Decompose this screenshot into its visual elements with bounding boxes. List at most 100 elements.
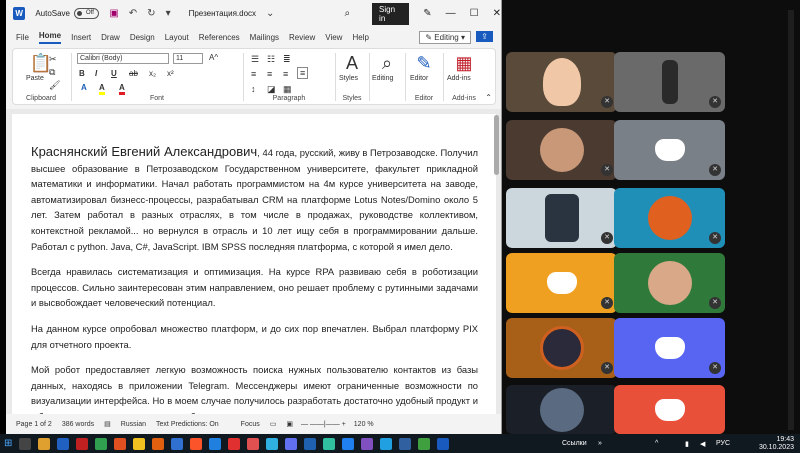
search-icon[interactable]: ⌕ xyxy=(344,8,350,19)
focus-button[interactable]: Focus xyxy=(241,421,260,428)
brave-icon[interactable] xyxy=(190,437,203,450)
app-icon[interactable] xyxy=(171,437,184,450)
strikethrough-button[interactable]: ab xyxy=(129,69,138,78)
participant-tile-7[interactable]: ✕ xyxy=(506,253,617,313)
text-effects-button[interactable]: A xyxy=(81,83,87,92)
app-icon[interactable] xyxy=(399,437,412,450)
editing-mode-button[interactable]: ✎ Editing ▾ xyxy=(419,31,471,44)
search-icon[interactable] xyxy=(19,437,32,450)
links-toolbar[interactable]: Ссылки xyxy=(562,440,587,447)
app-icon[interactable] xyxy=(209,437,222,450)
document-page[interactable]: Краснянский Евгений Александрович, 44 го… xyxy=(12,114,496,422)
pen-icon[interactable]: ✎ xyxy=(423,8,431,19)
app-icon[interactable] xyxy=(57,437,70,450)
participant-tile-6[interactable]: ✕ xyxy=(614,188,725,248)
participant-tile-9[interactable]: ✕ xyxy=(506,318,617,378)
styles-button[interactable]: Styles xyxy=(339,75,358,82)
bold-button[interactable]: B xyxy=(79,69,85,78)
underline-button[interactable]: U xyxy=(111,69,117,78)
styles-icon[interactable]: A xyxy=(337,53,367,74)
app-icon[interactable] xyxy=(95,437,108,450)
participant-tile-4[interactable]: ✕ xyxy=(614,120,725,180)
grow-font-icon[interactable]: A^ xyxy=(209,53,218,62)
shading-icon[interactable]: ◪ xyxy=(267,84,276,95)
superscript-button[interactable]: x² xyxy=(167,69,174,78)
bullets-icon[interactable]: ☰ xyxy=(251,54,259,65)
cut-icon[interactable]: ✂ xyxy=(49,54,57,65)
app-icon[interactable] xyxy=(323,437,336,450)
justify-icon[interactable]: ≡ xyxy=(297,67,309,79)
participant-tile-1[interactable]: ✕ xyxy=(506,52,617,112)
browser-icon[interactable] xyxy=(114,437,127,450)
participant-tile-11[interactable] xyxy=(506,385,617,434)
word-count[interactable]: 386 words xyxy=(62,421,94,428)
firefox-icon[interactable] xyxy=(152,437,165,450)
word-icon[interactable] xyxy=(437,437,450,450)
collapse-ribbon-icon[interactable]: ⌃ xyxy=(485,93,492,102)
addins-icon[interactable]: ▦ xyxy=(445,53,483,74)
telegram-icon[interactable] xyxy=(380,437,393,450)
print-layout-icon[interactable]: ▣ xyxy=(286,420,293,428)
tab-layout[interactable]: Layout xyxy=(165,33,189,42)
paste-button[interactable]: Paste xyxy=(26,75,44,82)
participant-tile-12[interactable] xyxy=(614,385,725,434)
read-mode-icon[interactable]: ▭ xyxy=(270,420,277,428)
addins-button[interactable]: Add-ins xyxy=(447,75,471,82)
sign-in-button[interactable]: Sign in xyxy=(372,2,410,25)
format-painter-icon[interactable]: 🖌 xyxy=(49,80,60,91)
align-left-icon[interactable]: ≡ xyxy=(251,69,256,79)
participant-tile-10[interactable]: ✕ xyxy=(614,318,725,378)
visual-studio-icon[interactable] xyxy=(361,437,374,450)
font-size-select[interactable]: 11 xyxy=(173,53,203,64)
input-language[interactable]: РУС xyxy=(716,440,730,447)
subscript-button[interactable]: x₂ xyxy=(149,69,156,78)
undo-icon[interactable]: ↶ xyxy=(129,8,137,19)
language[interactable]: Russian xyxy=(121,421,146,428)
multilevel-list-icon[interactable]: ≣ xyxy=(283,54,291,65)
redo-icon[interactable]: ↻ xyxy=(147,8,155,19)
document-title[interactable]: Презентация.docx xyxy=(189,9,256,18)
participant-tile-5[interactable]: ✕ xyxy=(506,188,617,248)
tab-mailings[interactable]: Mailings xyxy=(250,33,279,42)
borders-icon[interactable]: ▦ xyxy=(283,84,292,95)
zoom-slider[interactable]: — ——|—— + xyxy=(301,421,346,428)
tab-insert[interactable]: Insert xyxy=(71,33,91,42)
editor-button[interactable]: Editor xyxy=(410,75,428,82)
clock[interactable]: 19:43 30.10.2023 xyxy=(759,436,794,452)
chevron-right-icon[interactable]: » xyxy=(598,440,602,447)
tab-review[interactable]: Review xyxy=(289,33,315,42)
search-icon[interactable]: ⌕ xyxy=(371,53,403,74)
participant-tile-3[interactable]: ✕ xyxy=(506,120,617,180)
tab-file[interactable]: File xyxy=(16,33,29,42)
editing-button[interactable]: Editing xyxy=(372,75,393,82)
chevron-down-icon[interactable]: ⌄ xyxy=(266,8,274,19)
page-count[interactable]: Page 1 of 2 xyxy=(16,421,52,428)
participants-scrollbar[interactable] xyxy=(788,10,794,430)
highlight-button[interactable]: A xyxy=(99,83,105,95)
maximize-button[interactable]: ☐ xyxy=(470,8,479,19)
customize-qat-icon[interactable]: ▾ xyxy=(166,8,171,19)
tab-view[interactable]: View xyxy=(325,33,342,42)
align-right-icon[interactable]: ≡ xyxy=(283,69,288,79)
paste-icon[interactable]: 📋 xyxy=(13,53,69,74)
share-button[interactable]: ⇪ xyxy=(476,31,493,42)
participant-tile-8[interactable]: ✕ xyxy=(614,253,725,313)
vertical-scrollbar[interactable] xyxy=(494,115,499,175)
spellcheck-icon[interactable]: ▤ xyxy=(104,420,111,428)
editor-icon[interactable]: ✎ xyxy=(407,53,441,74)
copy-icon[interactable]: ⧉ xyxy=(49,67,55,78)
autosave-toggle[interactable]: Off xyxy=(74,8,100,19)
zoom-level[interactable]: 120 % xyxy=(354,421,374,428)
font-color-button[interactable]: A xyxy=(119,83,125,95)
tab-draw[interactable]: Draw xyxy=(101,33,120,42)
tab-references[interactable]: References xyxy=(199,33,240,42)
app-icon[interactable] xyxy=(266,437,279,450)
app-icon[interactable] xyxy=(247,437,260,450)
tray-overflow-icon[interactable]: ^ xyxy=(655,440,658,447)
file-explorer-icon[interactable] xyxy=(38,437,51,450)
app-icon[interactable] xyxy=(304,437,317,450)
align-center-icon[interactable]: ≡ xyxy=(267,69,272,79)
app-icon[interactable] xyxy=(418,437,431,450)
font-name-select[interactable]: Calibri (Body) xyxy=(77,53,169,64)
tab-help[interactable]: Help xyxy=(352,33,368,42)
